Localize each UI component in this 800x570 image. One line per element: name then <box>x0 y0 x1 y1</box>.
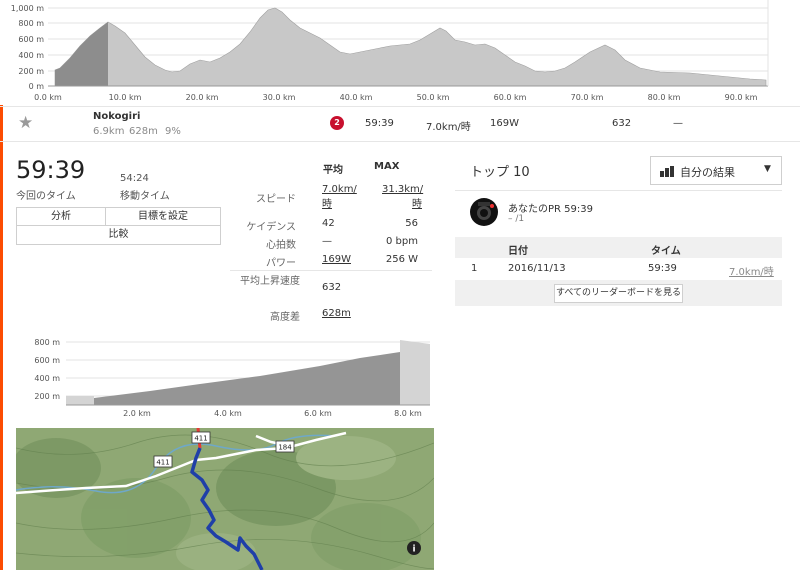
road-shield-label: 411 <box>194 435 207 443</box>
elapsed-time: 59:39 <box>16 156 86 184</box>
y-tick: 600 m <box>34 356 60 365</box>
speed-max: 31.3km/時 <box>382 184 424 210</box>
y-tick: 400 m <box>34 374 60 383</box>
set-goal-button[interactable]: 目標を設定 <box>105 207 221 226</box>
leaderboard-header-row: 日付 タイム <box>455 237 782 258</box>
view-all-leaderboard-button[interactable]: すべてのリーダーボードを見る <box>554 284 683 303</box>
leaderboard-row[interactable]: 1 2016/11/13 59:39 7.0km/時 <box>455 258 782 280</box>
leaderboard-footer: すべてのリーダーボードを見る <box>455 280 782 306</box>
bar-chart-icon <box>660 166 674 177</box>
stats-divider <box>230 270 432 271</box>
x-tick: 10.0 km <box>109 93 142 102</box>
leaderboard-title: トップ 10 <box>470 165 530 180</box>
x-tick: 70.0 km <box>571 93 604 102</box>
time-cell: 59:39 <box>648 263 677 274</box>
cadence-max: 56 <box>405 218 418 229</box>
star-icon[interactable]: ★ <box>18 113 33 133</box>
x-tick: 80.0 km <box>648 93 681 102</box>
pr-subtitle: – /1 <box>508 214 525 224</box>
segment-power: 169W <box>490 118 519 129</box>
moving-time: 54:24 <box>120 173 149 184</box>
pr-title: あなたのPR 59:39 <box>508 204 593 215</box>
x-tick: 6.0 km <box>304 409 332 418</box>
segment-speed: 7.0km/時 <box>426 122 471 133</box>
svg-text:i: i <box>412 545 415 555</box>
segment-name[interactable]: Nokogiri <box>93 111 140 122</box>
x-tick: 40.0 km <box>340 93 373 102</box>
time-header: タイム <box>651 246 681 257</box>
segment-row[interactable]: ★ Nokogiri 6.9km 628m 9% 2 59:39 7.0km/時… <box>0 106 800 142</box>
segment-distance: 6.9km <box>93 126 125 137</box>
power-label: パワー <box>266 258 296 269</box>
elevation-gain-label: 高度差 <box>270 312 300 323</box>
x-tick: 20.0 km <box>186 93 219 102</box>
cadence-label: ケイデンス <box>246 222 296 233</box>
x-tick: 8.0 km <box>394 409 422 418</box>
power-avg: 169W <box>322 254 351 265</box>
leaderboard-filter-dropdown[interactable]: 自分の結果 ▼ <box>650 156 782 185</box>
activity-elevation-chart[interactable]: 1,000 m 800 m 600 m 400 m 200 m 0 m 0.0 … <box>0 0 800 106</box>
x-tick: 0.0 km <box>34 93 62 102</box>
segment-elevation-chart[interactable]: 800 m 600 m 400 m 200 m 2.0 km 4.0 km 6.… <box>0 330 440 422</box>
speed-label: スピード <box>256 194 296 205</box>
y-tick: 200 m <box>34 392 60 401</box>
rank-cell: 1 <box>471 263 478 274</box>
heartrate-avg: — <box>322 236 332 247</box>
y-tick: 800 m <box>18 19 44 28</box>
segment-grade: 9% <box>165 126 181 137</box>
vam-label: 平均上昇速度 <box>240 276 300 287</box>
rank-badge: 2 <box>330 116 344 130</box>
power-max: 256 W <box>385 254 418 265</box>
segment-time: 59:39 <box>365 118 394 129</box>
x-tick: 4.0 km <box>214 409 242 418</box>
elevation-gain-value: 628m <box>322 308 351 319</box>
road-shield-label: 411 <box>156 459 169 467</box>
heartrate-max: 0 bpm <box>386 236 418 247</box>
vam-value: 632 <box>322 282 342 293</box>
x-tick: 30.0 km <box>263 93 296 102</box>
pr-medal-icon <box>470 198 498 226</box>
x-tick: 60.0 km <box>494 93 527 102</box>
y-tick: 0 m <box>29 82 45 91</box>
road-shield-label: 184 <box>278 444 292 452</box>
leaderboard-divider <box>455 190 782 191</box>
y-tick: 600 m <box>18 35 44 44</box>
compare-button[interactable]: 比較 <box>16 225 221 245</box>
x-tick: 50.0 km <box>417 93 450 102</box>
segment-vam: 632 <box>612 118 632 129</box>
analyze-button[interactable]: 分析 <box>16 207 106 226</box>
speed-cell: 7.0km/時 <box>729 267 774 278</box>
y-tick: 400 m <box>18 51 44 60</box>
segment-dash: — <box>673 118 683 129</box>
moving-time-label: 移動タイム <box>120 191 170 202</box>
heartrate-label: 心拍数 <box>266 240 296 251</box>
avg-column-header: 平均 <box>323 165 343 176</box>
date-header: 日付 <box>508 246 528 257</box>
segment-elevation: 628m <box>129 126 158 137</box>
date-cell: 2016/11/13 <box>508 263 566 274</box>
info-icon[interactable]: i <box>407 541 421 555</box>
filter-label: 自分の結果 <box>680 166 735 179</box>
chevron-down-icon: ▼ <box>764 164 771 174</box>
y-tick: 200 m <box>18 67 44 76</box>
cadence-avg: 42 <box>322 218 335 229</box>
elapsed-time-label: 今回のタイム <box>16 191 76 202</box>
x-tick: 2.0 km <box>123 409 151 418</box>
y-tick: 1,000 m <box>11 4 44 13</box>
max-column-header: MAX <box>374 161 400 172</box>
x-tick: 90.0 km <box>725 93 758 102</box>
y-tick: 800 m <box>34 338 60 347</box>
segment-map[interactable]: 411 411 184 i <box>16 428 434 570</box>
speed-avg: 7.0km/時 <box>322 184 357 210</box>
